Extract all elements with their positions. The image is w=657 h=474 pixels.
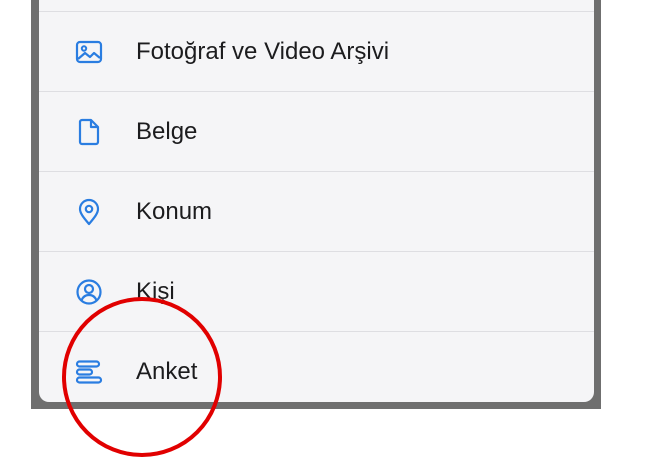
poll-icon [75,358,103,386]
contact-icon [75,278,103,306]
menu-item-photo-video-library[interactable]: Fotoğraf ve Video Arşivi [39,12,594,92]
menu-item-label: Belge [136,118,198,145]
menu-item-label: Kişi [136,278,175,305]
photo-icon [75,38,103,66]
document-icon [75,118,103,146]
menu-item-poll[interactable]: Anket [39,332,594,402]
menu-top-spacer [39,0,594,12]
menu-item-label: Fotoğraf ve Video Arşivi [136,38,390,65]
menu-item-label: Anket [136,358,198,385]
menu-item-document[interactable]: Belge [39,92,594,172]
menu-item-label: Konum [136,198,213,225]
attachment-menu: Fotoğraf ve Video Arşivi Belge Konum Kiş… [39,0,594,402]
location-icon [75,198,103,226]
menu-item-location[interactable]: Konum [39,172,594,252]
menu-item-contact[interactable]: Kişi [39,252,594,332]
